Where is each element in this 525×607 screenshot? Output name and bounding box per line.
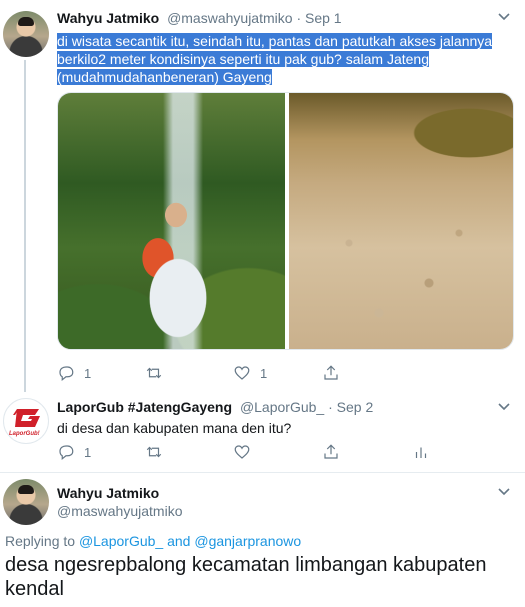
author-name[interactable]: Wahyu Jatmiko xyxy=(57,10,159,26)
replying-and: and xyxy=(167,533,191,549)
like-icon xyxy=(234,366,250,380)
mention-link[interactable]: @LaporGub_ xyxy=(79,533,163,549)
laporgub-logo-icon xyxy=(13,409,40,427)
author-handle[interactable]: @maswahyujatmiko xyxy=(57,503,182,519)
author-name[interactable]: Wahyu Jatmiko xyxy=(57,485,159,501)
like-button[interactable]: 1 xyxy=(233,364,267,382)
reply-icon xyxy=(59,445,74,460)
tweet-text-line: di wisata secantik itu, seindah itu, pan… xyxy=(57,33,493,49)
reply-count: 1 xyxy=(84,444,92,460)
avatar[interactable]: LaporGub! xyxy=(3,398,49,444)
tweet-1[interactable]: Wahyu Jatmiko @maswahyujatmiko · Sep 1 d… xyxy=(0,0,525,392)
laporgub-logo-text: LaporGub! xyxy=(9,431,40,437)
tweet-text-line: berkilo2 meter kondisinya seperti itu pa… xyxy=(57,51,429,67)
chevron-down-icon[interactable] xyxy=(497,400,511,415)
tweet-2[interactable]: LaporGub! LaporGub #JatengGayeng @LaporG… xyxy=(0,392,525,472)
analytics-button[interactable] xyxy=(412,443,430,461)
tweet-text-line: (mudahmudahanbeneran) Gayeng xyxy=(57,69,272,85)
tweet-3[interactable]: Wahyu Jatmiko @maswahyujatmiko Replying … xyxy=(0,473,525,607)
separator: · xyxy=(328,399,333,415)
reply-count: 1 xyxy=(84,365,92,381)
avatar[interactable] xyxy=(3,479,49,525)
separator: · xyxy=(296,10,302,26)
author-handle[interactable]: @LaporGub_ xyxy=(240,399,324,415)
retweet-icon xyxy=(146,367,162,379)
retweet-button[interactable] xyxy=(145,443,163,461)
replying-to: Replying to @LaporGub_ and @ganjarpranow… xyxy=(5,533,301,549)
chevron-down-icon[interactable] xyxy=(497,10,511,25)
retweet-button[interactable] xyxy=(145,364,163,382)
author-handle[interactable]: @maswahyujatmiko xyxy=(167,10,292,26)
reply-button[interactable]: 1 xyxy=(57,443,91,461)
tweet-actions: 1 xyxy=(57,443,457,463)
retweet-icon xyxy=(146,446,162,458)
tweet-actions: 1 1 xyxy=(57,364,457,384)
like-button[interactable] xyxy=(233,443,251,461)
analytics-icon xyxy=(415,447,427,458)
author-name[interactable]: LaporGub #JatengGayeng xyxy=(57,399,232,415)
tweet-text: di desa dan kabupaten mana den itu? xyxy=(57,420,292,436)
photo-waterfall[interactable] xyxy=(58,93,285,349)
avatar[interactable] xyxy=(3,11,49,57)
share-button[interactable] xyxy=(322,443,340,461)
replying-prefix: Replying to xyxy=(5,533,76,549)
reply-icon xyxy=(59,366,74,381)
share-icon xyxy=(324,365,338,380)
tweet-text: di wisata secantik itu, seindah itu, pan… xyxy=(57,32,507,86)
chevron-down-icon[interactable] xyxy=(497,485,511,500)
tweet-date[interactable]: Sep 1 xyxy=(305,10,342,26)
like-count: 1 xyxy=(260,365,268,381)
share-icon xyxy=(324,444,338,459)
like-icon xyxy=(234,445,250,459)
share-button[interactable] xyxy=(322,364,340,382)
mention-link[interactable]: @ganjarpranowo xyxy=(194,533,301,549)
tweet-date[interactable]: Sep 2 xyxy=(337,399,374,415)
media-grid xyxy=(57,92,514,350)
tweet-text: desa ngesrepbalong kecamatan limbangan k… xyxy=(5,554,487,600)
reply-button[interactable]: 1 xyxy=(57,364,91,382)
photo-dirt-road[interactable] xyxy=(289,93,513,349)
thread-line xyxy=(24,60,26,392)
